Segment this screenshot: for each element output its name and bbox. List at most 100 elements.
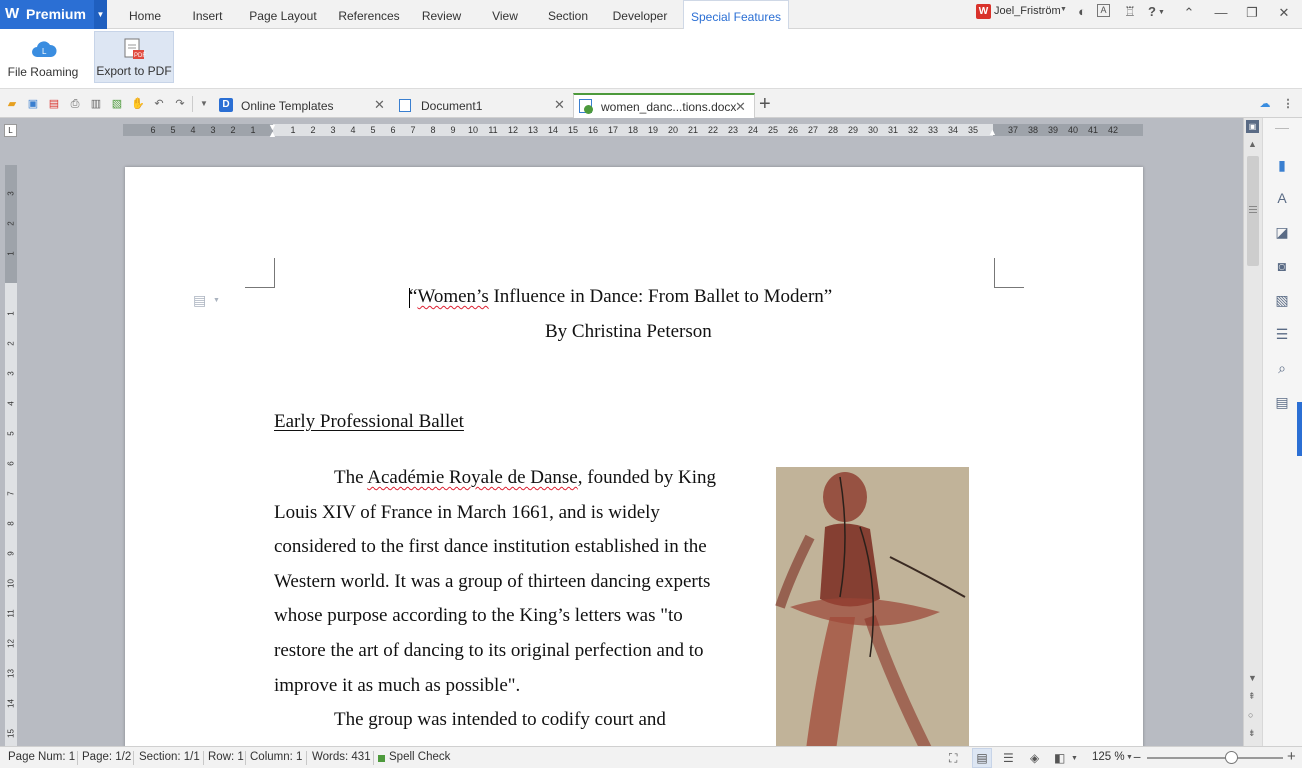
file-roaming-button[interactable]: L File Roaming bbox=[5, 31, 81, 83]
tab-section[interactable]: Section bbox=[540, 0, 596, 29]
spell-check-quick-icon[interactable]: ▧ bbox=[110, 97, 124, 111]
export-pdf-button[interactable]: PDF Export to PDF bbox=[94, 31, 174, 83]
outline-mode-icon[interactable]: ☰ bbox=[1003, 751, 1014, 765]
next-page-icon[interactable]: ⇟ bbox=[1248, 728, 1256, 739]
panel-expand-handle[interactable] bbox=[1297, 402, 1302, 456]
premium-menu-button[interactable]: W Premium ▼ bbox=[0, 0, 107, 29]
paragraph-line[interactable]: restore the art of dancing to its origin… bbox=[274, 640, 703, 662]
scroll-up-icon[interactable]: ▲ bbox=[1248, 139, 1257, 149]
left-indent-marker[interactable]: ▲ bbox=[268, 129, 277, 139]
zoom-dropdown-icon[interactable]: ▼ bbox=[1126, 754, 1133, 761]
status-section[interactable]: Section: 1/1 bbox=[139, 751, 200, 763]
vruler-tick-label: 5 bbox=[6, 431, 16, 436]
zoom-in-icon[interactable]: + bbox=[1287, 748, 1296, 765]
zoom-slider-track[interactable] bbox=[1147, 757, 1283, 759]
zoom-level[interactable]: 125 % bbox=[1092, 751, 1125, 763]
redo-icon[interactable]: ↷ bbox=[173, 97, 187, 111]
previous-page-icon[interactable]: ⇞ bbox=[1248, 691, 1256, 702]
reading-mode-icon[interactable]: ◧ bbox=[1054, 751, 1065, 765]
skin-icon[interactable]: A bbox=[1097, 4, 1110, 17]
page-mode-icon[interactable]: ▤ bbox=[972, 748, 992, 768]
paragraph-line[interactable]: Western world. It was a group of thirtee… bbox=[274, 571, 710, 593]
tab-stop-selector[interactable]: L bbox=[4, 124, 17, 137]
close-online-templates-icon[interactable]: ✕ bbox=[374, 93, 385, 117]
user-name[interactable]: Joel_Friström bbox=[994, 5, 1061, 17]
web-layout-icon[interactable]: ◈ bbox=[1030, 751, 1039, 765]
paragraph-line[interactable]: Louis XIV of France in March 1661, and i… bbox=[274, 502, 660, 524]
quick-access-dropdown-icon[interactable]: ▼ bbox=[197, 97, 211, 111]
close-document1-icon[interactable]: ✕ bbox=[554, 93, 565, 117]
tab-women-dance-doc[interactable]: women_danc...tions.docx ✕ bbox=[573, 93, 755, 118]
paragraph-2-line-1[interactable]: The group was intended to codify court a… bbox=[334, 709, 666, 731]
more-options-icon[interactable]: ⋮ bbox=[1281, 97, 1295, 111]
paragraph-options-dropdown-icon[interactable]: ▼ bbox=[213, 297, 220, 304]
scroll-thumb[interactable] bbox=[1247, 156, 1259, 266]
close-window-icon[interactable]: ✕ bbox=[1276, 5, 1292, 21]
minimize-icon[interactable]: — bbox=[1213, 5, 1229, 21]
find-document-icon[interactable]: ⌕ bbox=[1272, 358, 1292, 378]
view-mode-dropdown-icon[interactable]: ▼ bbox=[1071, 755, 1078, 762]
status-word-count[interactable]: Words: 431 bbox=[312, 751, 371, 763]
print-preview-icon[interactable]: ▥ bbox=[89, 97, 103, 111]
ruler-toggle-icon[interactable]: ▣ bbox=[1246, 120, 1259, 133]
scroll-down-icon[interactable]: ▼ bbox=[1248, 673, 1257, 683]
new-document-icon[interactable]: ▮ bbox=[1272, 155, 1292, 175]
paragraph-line[interactable]: improve it as much as possible". bbox=[274, 675, 520, 697]
shirt-icon[interactable]: ♖ bbox=[1122, 4, 1138, 20]
new-tab-icon[interactable]: + bbox=[759, 92, 771, 116]
tab-page-layout[interactable]: Page Layout bbox=[245, 0, 321, 29]
zoom-out-icon[interactable]: − bbox=[1133, 749, 1141, 765]
wps-account-icon[interactable]: W bbox=[976, 4, 991, 19]
paragraph-line[interactable]: The Académie Royale de Danse, founded by… bbox=[334, 467, 716, 489]
horizontal-ruler[interactable]: 6 5 4 3 2 1 1 2 3 4 5 6 7 8 9 10 11 12 13 14 15 16 17 18 19 20 21 2… bbox=[123, 122, 1143, 139]
document-title[interactable]: “Women’s Influence in Dance: From Ballet… bbox=[409, 286, 832, 308]
user-dropdown-icon[interactable]: ▼ bbox=[1060, 6, 1067, 13]
tab-developer[interactable]: Developer bbox=[607, 0, 673, 29]
close-active-doc-icon[interactable]: ✕ bbox=[735, 95, 746, 119]
vertical-ruler[interactable]: 3 2 1 1 2 3 4 5 6 7 8 9 10 11 12 13 14 15 bbox=[5, 165, 17, 746]
status-spell-check[interactable]: Spell Check bbox=[389, 751, 450, 763]
tab-references[interactable]: References bbox=[332, 0, 406, 29]
document-tools-icon[interactable]: ▧ bbox=[1272, 290, 1292, 310]
paragraph-line[interactable]: whose purpose according to the King’s le… bbox=[274, 605, 683, 627]
style-format-icon[interactable]: A bbox=[1272, 188, 1292, 208]
right-indent-marker[interactable]: ▲ bbox=[988, 127, 997, 137]
help-dropdown-icon[interactable]: ▼ bbox=[1158, 9, 1165, 16]
tab-insert[interactable]: Insert bbox=[180, 0, 235, 29]
tab-home[interactable]: Home bbox=[116, 0, 174, 29]
document-page[interactable]: ▤ ▼ “Women’s Influence in Dance: From Ba… bbox=[125, 167, 1143, 757]
tab-online-templates[interactable]: D Online Templates ✕ bbox=[215, 93, 395, 118]
restore-icon[interactable]: ❐ bbox=[1244, 5, 1260, 21]
status-row[interactable]: Row: 1 bbox=[208, 751, 244, 763]
select-objects-icon[interactable]: ◪ bbox=[1272, 222, 1292, 242]
section-heading[interactable]: Early Professional Ballet bbox=[274, 411, 464, 433]
print-icon[interactable]: ⎙ bbox=[68, 97, 82, 111]
premium-dropdown-icon[interactable]: ▼ bbox=[94, 0, 107, 29]
tab-view[interactable]: View bbox=[480, 0, 530, 29]
tab-review[interactable]: Review bbox=[414, 0, 469, 29]
status-page[interactable]: Page: 1/2 bbox=[82, 751, 131, 763]
navigation-icon[interactable]: ☰ bbox=[1272, 324, 1292, 344]
format-painter-icon[interactable]: ✋ bbox=[131, 97, 145, 111]
export-pdf-quick-icon[interactable]: ▤ bbox=[47, 97, 61, 111]
paragraph-line[interactable]: considered to the first dance institutio… bbox=[274, 536, 707, 558]
select-browse-object-icon[interactable]: ○ bbox=[1248, 710, 1253, 720]
properties-icon[interactable]: ▤ bbox=[1272, 392, 1292, 412]
undo-icon[interactable]: ↶ bbox=[152, 97, 166, 111]
sync-icon[interactable]: ◐ bbox=[1074, 4, 1090, 20]
tab-special-features[interactable]: Special Features bbox=[683, 0, 789, 30]
zoom-slider-thumb[interactable] bbox=[1225, 751, 1239, 764]
document-byline[interactable]: By Christina Peterson bbox=[545, 321, 712, 343]
paragraph-options-icon[interactable]: ▤ bbox=[193, 292, 206, 309]
status-page-num[interactable]: Page Num: 1 bbox=[8, 751, 75, 763]
ballet-dancer-painting[interactable] bbox=[770, 467, 975, 757]
tab-document1[interactable]: Document1 ✕ bbox=[395, 93, 572, 118]
status-column[interactable]: Column: 1 bbox=[250, 751, 302, 763]
cloud-status-icon[interactable]: ☁ bbox=[1258, 97, 1272, 111]
save-icon[interactable]: ▣ bbox=[26, 97, 40, 111]
screenshot-icon[interactable]: ◙ bbox=[1272, 256, 1292, 276]
collapse-ribbon-icon[interactable]: ⌃ bbox=[1181, 5, 1197, 21]
full-screen-icon[interactable]: ⛶ bbox=[949, 751, 957, 766]
open-folder-icon[interactable]: ▰ bbox=[5, 97, 19, 111]
vertical-scrollbar[interactable]: ▣ ▲ ▼ ⇞ ○ ⇟ bbox=[1243, 118, 1262, 746]
